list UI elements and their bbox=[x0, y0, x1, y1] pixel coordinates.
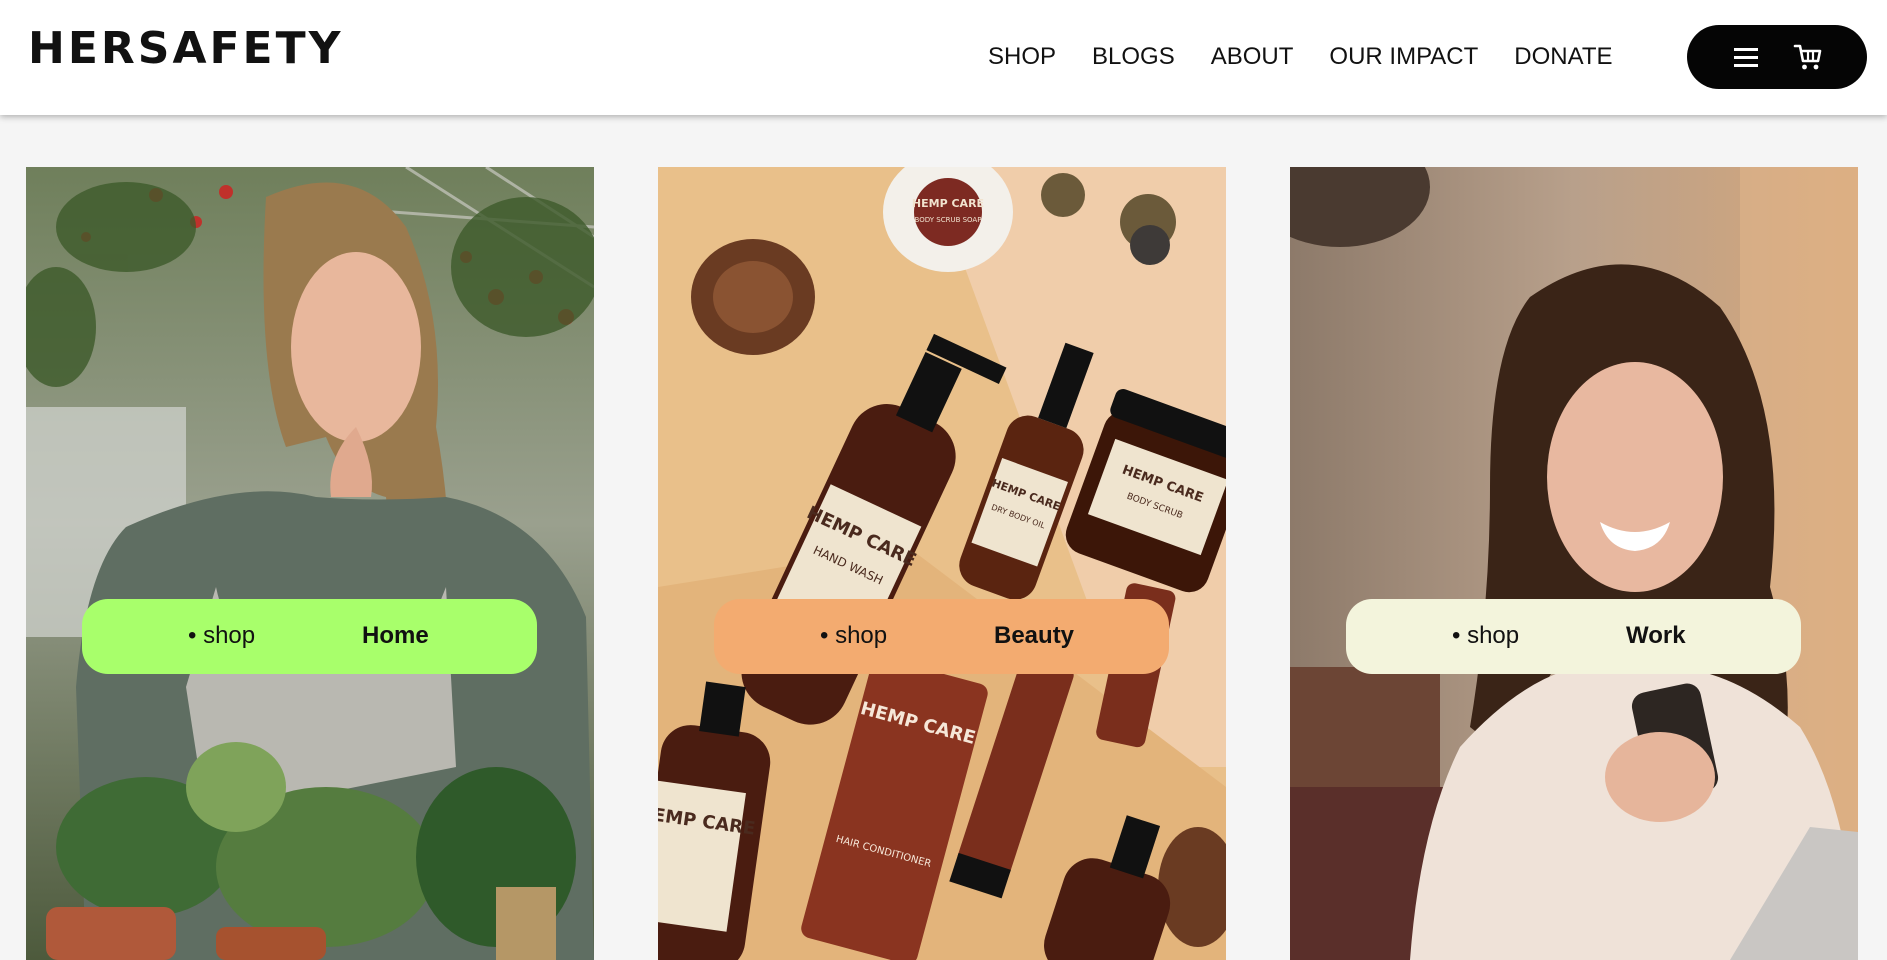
shop-label: • shop bbox=[820, 622, 888, 649]
hamburger-menu-icon bbox=[1734, 48, 1758, 67]
header-action-pill bbox=[1687, 25, 1867, 89]
category-card-home[interactable]: • shop Home bbox=[26, 167, 594, 960]
main-nav: SHOP BLOGS ABOUT OUR IMPACT DONATE bbox=[988, 44, 1613, 70]
category-label: Beauty bbox=[994, 622, 1075, 649]
shop-work-badge[interactable]: • shop Work bbox=[1346, 599, 1801, 674]
nav-link-about[interactable]: ABOUT bbox=[1211, 44, 1294, 70]
shop-beauty-badge[interactable]: • shop Beauty bbox=[714, 599, 1169, 674]
soap-brand-text: HEMP CARE bbox=[912, 197, 984, 210]
cart-button[interactable] bbox=[1792, 41, 1824, 73]
nav-link-blogs[interactable]: BLOGS bbox=[1092, 44, 1175, 70]
shop-label: • shop bbox=[1452, 622, 1520, 649]
shop-home-badge[interactable]: • shop Home bbox=[82, 599, 537, 674]
category-label: Work bbox=[1626, 622, 1686, 649]
brand-logo[interactable]: HERSAFETY bbox=[28, 27, 344, 71]
card-image-woman-phone bbox=[1290, 167, 1858, 960]
soap-label-text: BODY SCRUB SOAP bbox=[915, 216, 982, 224]
site-header: HERSAFETY SHOP BLOGS ABOUT OUR IMPACT DO… bbox=[0, 0, 1887, 115]
nav-link-donate[interactable]: DONATE bbox=[1514, 44, 1612, 70]
category-card-work[interactable]: • shop Work bbox=[1290, 167, 1858, 960]
category-label: Home bbox=[362, 622, 429, 649]
nav-link-our-impact[interactable]: OUR IMPACT bbox=[1329, 44, 1478, 70]
menu-button[interactable] bbox=[1730, 41, 1762, 73]
shopping-cart-icon bbox=[1793, 44, 1822, 70]
nav-link-shop[interactable]: SHOP bbox=[988, 44, 1056, 70]
card-image-gardener bbox=[26, 167, 594, 960]
shop-label: • shop bbox=[188, 622, 256, 649]
category-card-beauty[interactable]: HEMP CARE BODY SCRUB SOAP HEMP CARE HAND… bbox=[658, 167, 1226, 960]
card-image-beauty-products: HEMP CARE BODY SCRUB SOAP HEMP CARE HAND… bbox=[658, 167, 1226, 960]
